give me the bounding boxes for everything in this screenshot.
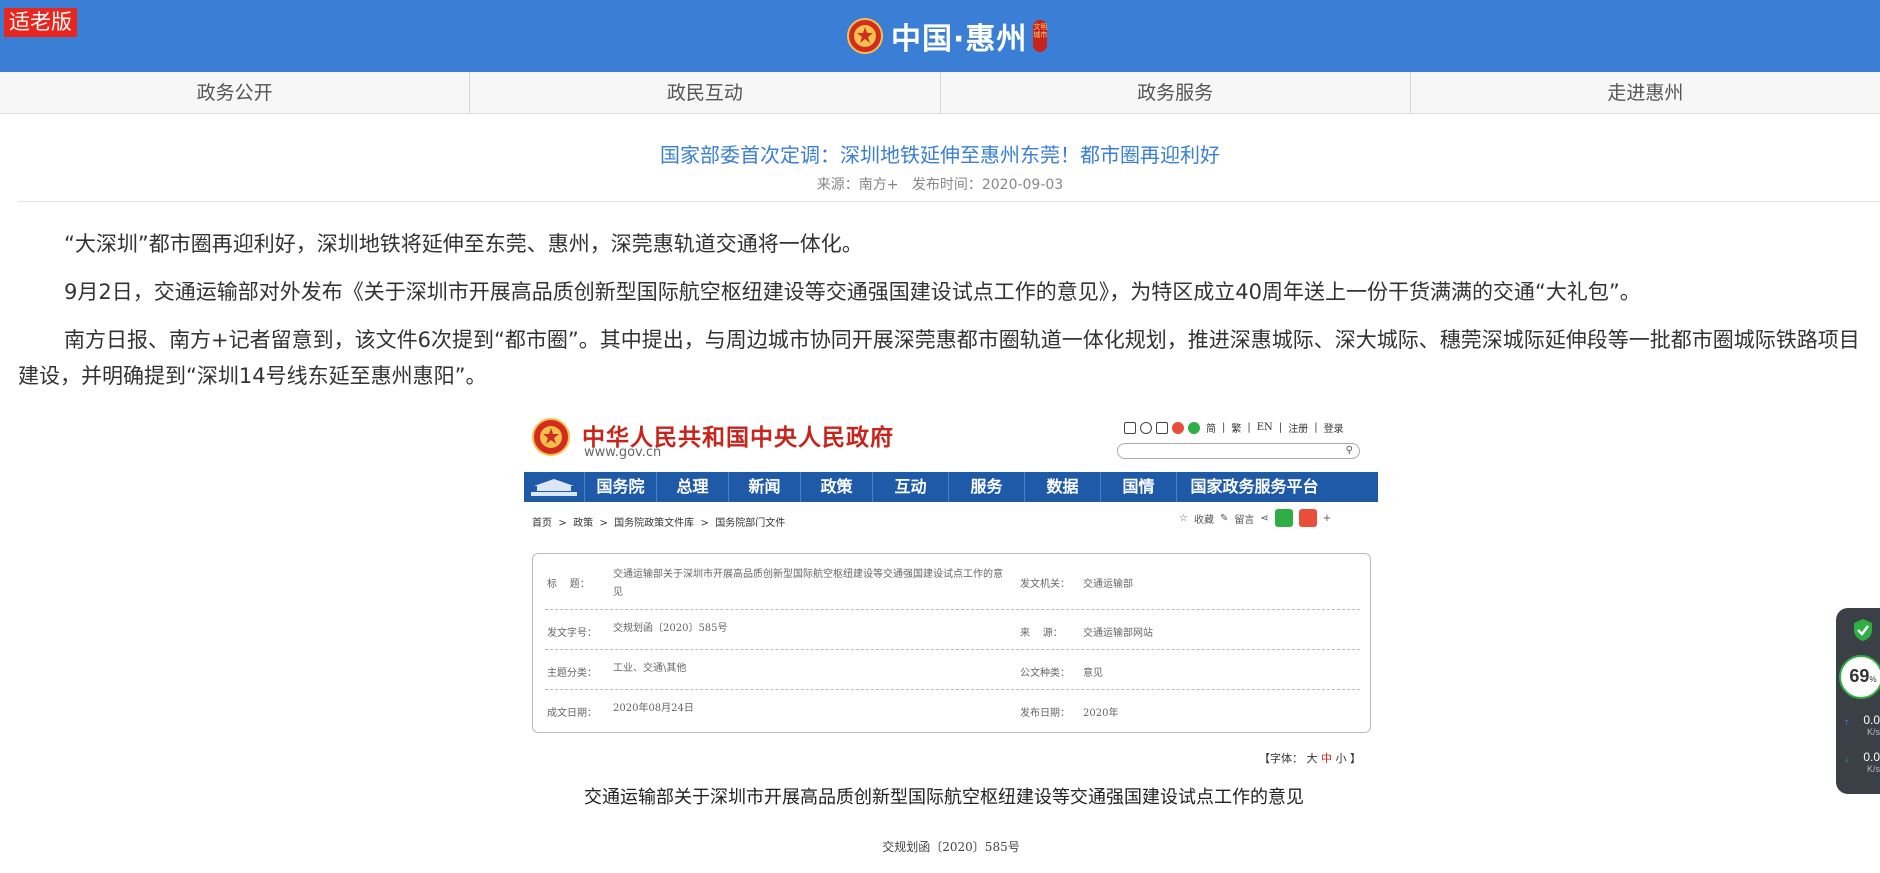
tiananmen-icon [524, 472, 584, 502]
gov-nav-item: 新闻 [728, 472, 800, 502]
nav-item-about-huizhou[interactable]: 走进惠州 [1411, 72, 1880, 113]
national-emblem-icon [847, 18, 883, 54]
mail-icon [1124, 421, 1136, 434]
document-info-box: 标 题： 交通运输部关于深圳市开展高品质创新型国际航空枢纽建设等交通强国建设试点… [532, 553, 1371, 733]
info-value: 工业、交通\其他 [613, 663, 687, 674]
info-key: 公文种类： [1020, 668, 1070, 679]
weibo-icon [1172, 421, 1184, 434]
font-size-small: 小 [1335, 752, 1347, 765]
arrow-up-icon: ↑ [1844, 717, 1849, 728]
font-size-large: 大 [1306, 752, 1318, 765]
gov-nav-item: 政策 [800, 472, 872, 502]
gov-top-links: 简 | 繁 | EN | 注册 | 登录 [1124, 420, 1346, 435]
gov-nav-item: 服务 [948, 472, 1024, 502]
info-row: 主题分类： 工业、交通\其他 公文种类： 意见 [545, 650, 1360, 690]
article-title: 国家部委首次定调：深圳地铁延伸至惠州东莞！都市圈再迎利好 [660, 143, 1220, 167]
article-meta: 来源：南方+ 发布时间：2020-09-03 [816, 177, 1064, 193]
info-key: 发布日期： [1020, 708, 1070, 719]
info-value: 交规划函〔2020〕585号 [613, 623, 728, 634]
shield-check-icon [1854, 619, 1872, 641]
info-value: 交通运输部网站 [1083, 628, 1153, 639]
wechat-share-icon [1274, 509, 1293, 527]
civilized-city-seal: 文明城市 [1033, 20, 1048, 52]
article-paragraph: “大深圳”都市圈再迎利好，深圳地铁将延伸至东莞、惠州，深莞惠轨道交通将一体化。 [64, 232, 863, 256]
info-row: 成文日期： 2020年08月24日 发布日期： 2020年 [545, 690, 1360, 730]
nav-item-gov-affairs[interactable]: 政务公开 [0, 72, 471, 113]
site-brand[interactable]: 中国·惠州 文明城市 [847, 14, 1048, 58]
info-value: 交通运输部 [1083, 579, 1133, 590]
gov-site-url: www.gov.cn [584, 445, 662, 460]
divider [18, 201, 1880, 202]
info-value: 意见 [1083, 668, 1103, 679]
comment-label: 留言 [1234, 514, 1255, 526]
gov-nav-item: 国家政务服务平台 [1176, 472, 1332, 502]
gov-article-actions: ☆ 收藏 ✎ 留言 ⋖ + [1179, 509, 1331, 527]
nav-item-services[interactable]: 政务服务 [941, 72, 1411, 113]
info-value: 2020年 [1083, 708, 1119, 719]
info-value: 交通运输部关于深圳市开展高品质创新型国际航空枢纽建设等交通强国建设试点工作的意见 [613, 569, 1003, 598]
memory-percent: 69% [1841, 666, 1880, 687]
percent-unit: % [1869, 675, 1877, 684]
upload-value: 0.0 [1863, 713, 1880, 727]
info-key: 标 题： [547, 579, 590, 590]
nav-item-interaction[interactable]: 政民互动 [470, 72, 941, 113]
star-icon: ☆ [1179, 512, 1188, 524]
national-emblem-icon [532, 418, 570, 456]
link-english: EN [1256, 422, 1273, 433]
document-title: 交通运输部关于深圳市开展高品质创新型国际航空枢纽建设等交通强国建设试点工作的意见 [584, 787, 1304, 808]
gov-nav-bar: 国务院 总理 新闻 政策 互动 服务 数据 国情 国家政务服务平台 [524, 472, 1378, 502]
main-nav: 政务公开 政民互动 政务服务 走进惠州 [0, 72, 1880, 114]
share-icon: ⋖ [1260, 512, 1269, 524]
message-icon [1140, 421, 1152, 434]
gov-nav-item: 国务院 [584, 472, 656, 502]
gov-nav-item: 总理 [656, 472, 728, 502]
font-size-close: 】 [1350, 752, 1361, 765]
info-row: 发文字号： 交规划函〔2020〕585号 来 源： 交通运输部网站 [545, 610, 1360, 650]
link-traditional: 繁 [1231, 424, 1242, 435]
network-monitor-widget[interactable]: 69% ↑ 0.0 K/s ↓ 0.0 K/s [1836, 608, 1880, 794]
mobile-icon [1156, 421, 1168, 434]
gov-search-box: ⚲ [1117, 443, 1360, 459]
upload-speed: ↑ 0.0 K/s [1840, 714, 1880, 738]
info-value: 2020年08月24日 [613, 703, 694, 714]
document-number: 交规划函〔2020〕585号 [882, 840, 1020, 854]
font-size-medium: 中 [1321, 752, 1332, 765]
gov-nav-item: 数据 [1024, 472, 1100, 502]
favorite-label: 收藏 [1193, 514, 1214, 526]
info-key: 发文字号： [547, 628, 597, 639]
info-row: 标 题： 交通运输部关于深圳市开展高品质创新型国际航空枢纽建设等交通强国建设试点… [545, 564, 1360, 610]
gov-nav-item: 互动 [872, 472, 948, 502]
brand-title: 中国·惠州 [891, 22, 1028, 57]
elder-mode-button[interactable]: 适老版 [4, 8, 77, 37]
memory-percent-value: 69 [1849, 666, 1870, 686]
info-key: 来 源： [1020, 628, 1063, 639]
site-header: 适老版 中国·惠州 文明城市 [0, 0, 1880, 72]
embedded-screenshot: 中华人民共和国中央人民政府 www.gov.cn 简 | 繁 | EN | 注册 | 登… [524, 408, 1378, 873]
memory-gauge: 69% [1839, 655, 1880, 699]
article-paragraph: 南方日报、南方+记者留意到，该文件6次提到“都市圈”。其中提出，与周边城市协同开… [18, 328, 1860, 388]
weibo-share-icon [1298, 509, 1317, 527]
wechat-icon [1188, 421, 1200, 434]
link-register: 注册 [1288, 424, 1309, 435]
article-paragraph: 9月2日，交通运输部对外发布《关于深圳市开展高品质创新型国际航空枢纽建设等交通强… [64, 280, 1641, 304]
gov-nav-item: 国情 [1100, 472, 1176, 502]
link-login: 登录 [1323, 424, 1344, 435]
link-simplified: 简 [1206, 424, 1216, 435]
download-speed: ↓ 0.0 K/s [1840, 751, 1880, 775]
arrow-down-icon: ↓ [1844, 754, 1849, 765]
plus-icon: + [1322, 512, 1332, 524]
info-key: 发文机关： [1020, 579, 1070, 590]
search-icon: ⚲ [1345, 445, 1353, 456]
breadcrumb: 首页 > 政策 > 国务院政策文件库 > 国务院部门文件 [532, 518, 786, 529]
font-size-switcher: 【字体： 大 中 小 】 [1259, 750, 1361, 766]
info-key: 成文日期： [547, 708, 597, 719]
font-size-label: 【字体： [1259, 752, 1303, 765]
pencil-icon: ✎ [1219, 512, 1229, 524]
download-value: 0.0 [1863, 750, 1880, 764]
info-key: 主题分类： [547, 668, 597, 679]
